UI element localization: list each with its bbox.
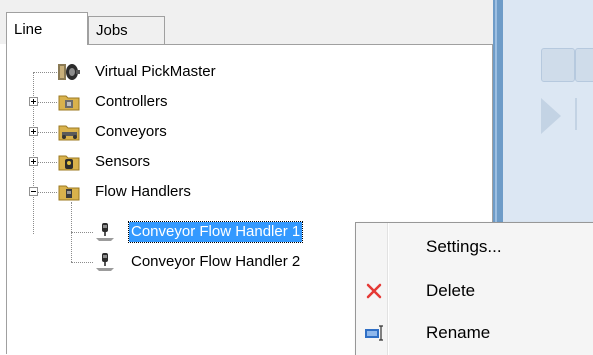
folder-icon [58,182,80,202]
tree-node-conveyor-flow-handler-1[interactable]: Conveyor Flow Handler 1 [127,221,304,243]
toolbar-button[interactable] [575,48,593,82]
tab-strip: Line Jobs [0,0,493,45]
expand-plus-icon[interactable] [29,97,38,106]
tree-connector-line [71,262,93,263]
collapse-minus-icon[interactable] [29,187,38,196]
tab-jobs-label: Jobs [96,22,128,39]
tree-node-conveyor-flow-handler-2[interactable]: Conveyor Flow Handler 2 [129,252,302,272]
sensor-icon [58,152,80,172]
expand-plus-icon[interactable] [29,127,38,136]
pickmaster-icon [58,62,80,82]
tree-connector-line [38,162,57,163]
play-icon[interactable] [541,98,561,134]
folder-icon [58,92,80,112]
flow-handler-icon [94,252,116,272]
menu-item-settings[interactable]: Settings... [356,229,593,265]
tree-node-virtual-pickmaster[interactable]: Virtual PickMaster [93,62,218,82]
menu-item-label: Delete [426,281,476,300]
flow-handler-icon [94,222,116,242]
context-menu: Settings... Delete Rename [355,222,593,355]
tree-connector-line [38,132,57,133]
stop-button[interactable] [541,48,575,82]
tree-node-controllers[interactable]: Controllers [93,92,170,112]
delete-x-icon [364,281,384,301]
menu-item-delete[interactable]: Delete [356,273,593,309]
toolbar-button[interactable] [575,98,591,130]
tree-node-conveyors[interactable]: Conveyors [93,122,169,142]
tree-connector-line [38,192,57,193]
tab-line[interactable]: Line [6,12,88,45]
rename-icon [364,323,384,343]
tree-node-flow-handlers[interactable]: Flow Handlers [93,182,193,202]
menu-item-rename[interactable]: Rename [356,315,593,351]
tab-line-label: Line [14,20,43,38]
conveyor-icon [58,122,80,142]
tree-connector-line [38,102,57,103]
menu-item-label: Rename [426,323,491,342]
menu-item-label: Settings... [426,237,502,256]
tree-connector-line [33,72,57,73]
tree-connector-line [71,232,93,233]
tab-jobs[interactable]: Jobs [88,16,165,44]
tree-node-sensors[interactable]: Sensors [93,152,152,172]
expand-plus-icon[interactable] [29,157,38,166]
